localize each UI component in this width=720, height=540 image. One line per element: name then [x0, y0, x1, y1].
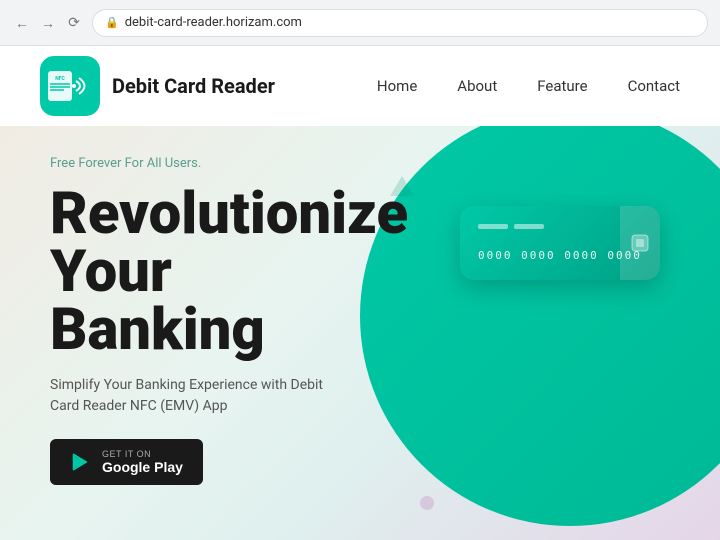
- svg-text:NFC: NFC: [55, 76, 65, 82]
- hero-title: Revolutionize Your Banking: [50, 185, 470, 359]
- card-number: 0000 0000 0000 0000: [478, 249, 642, 262]
- cta-large-text: Google Play: [102, 459, 183, 475]
- logo-area: NFC Debit Card Reader: [40, 56, 275, 116]
- card-stripe: [620, 206, 660, 280]
- navbar: NFC Debit Card Reader Home About Feature…: [0, 46, 720, 126]
- google-play-button[interactable]: GET IT ON Google Play: [50, 439, 203, 485]
- hero-title-line3: Banking: [50, 296, 265, 364]
- nav-links: Home About Feature Contact: [377, 77, 680, 95]
- nav-contact[interactable]: Contact: [628, 77, 680, 95]
- hero-badge: Free Forever For All Users.: [50, 156, 470, 171]
- reload-button[interactable]: ⟳: [64, 13, 84, 33]
- back-button[interactable]: ←: [12, 13, 32, 33]
- nav-feature[interactable]: Feature: [537, 77, 587, 95]
- debit-card: 0000 0000 0000 0000: [460, 206, 660, 280]
- logo-text: Debit Card Reader: [112, 74, 275, 98]
- triangle-decoration: [390, 176, 414, 196]
- address-bar[interactable]: 🔒 debit-card-reader.horizam.com: [92, 9, 708, 37]
- forward-button[interactable]: →: [38, 13, 58, 33]
- card-line-1: [478, 224, 508, 229]
- browser-nav-buttons: ← → ⟳: [12, 13, 84, 33]
- hero-subtitle: Simplify Your Banking Experience with De…: [50, 375, 330, 417]
- nav-about[interactable]: About: [457, 77, 497, 95]
- card-line-2: [514, 224, 544, 229]
- lock-icon: 🔒: [105, 16, 119, 29]
- nav-home[interactable]: Home: [377, 77, 417, 95]
- card-decorative-lines: [478, 224, 642, 229]
- url-text: debit-card-reader.horizam.com: [125, 15, 302, 30]
- dot-decoration: [420, 496, 434, 510]
- logo-icon: NFC: [40, 56, 100, 116]
- cta-text-area: GET IT ON Google Play: [102, 449, 183, 475]
- play-store-icon: [70, 451, 92, 473]
- card-visual: 0000 0000 0000 0000: [460, 206, 660, 280]
- cta-small-text: GET IT ON: [102, 449, 151, 459]
- website-content: NFC Debit Card Reader Home About Feature…: [0, 46, 720, 540]
- emv-chip-icon: [630, 233, 650, 253]
- hero-content: Free Forever For All Users. Revolutioniz…: [50, 156, 470, 485]
- hero-section: Free Forever For All Users. Revolutioniz…: [0, 126, 720, 540]
- browser-chrome: ← → ⟳ 🔒 debit-card-reader.horizam.com: [0, 0, 720, 46]
